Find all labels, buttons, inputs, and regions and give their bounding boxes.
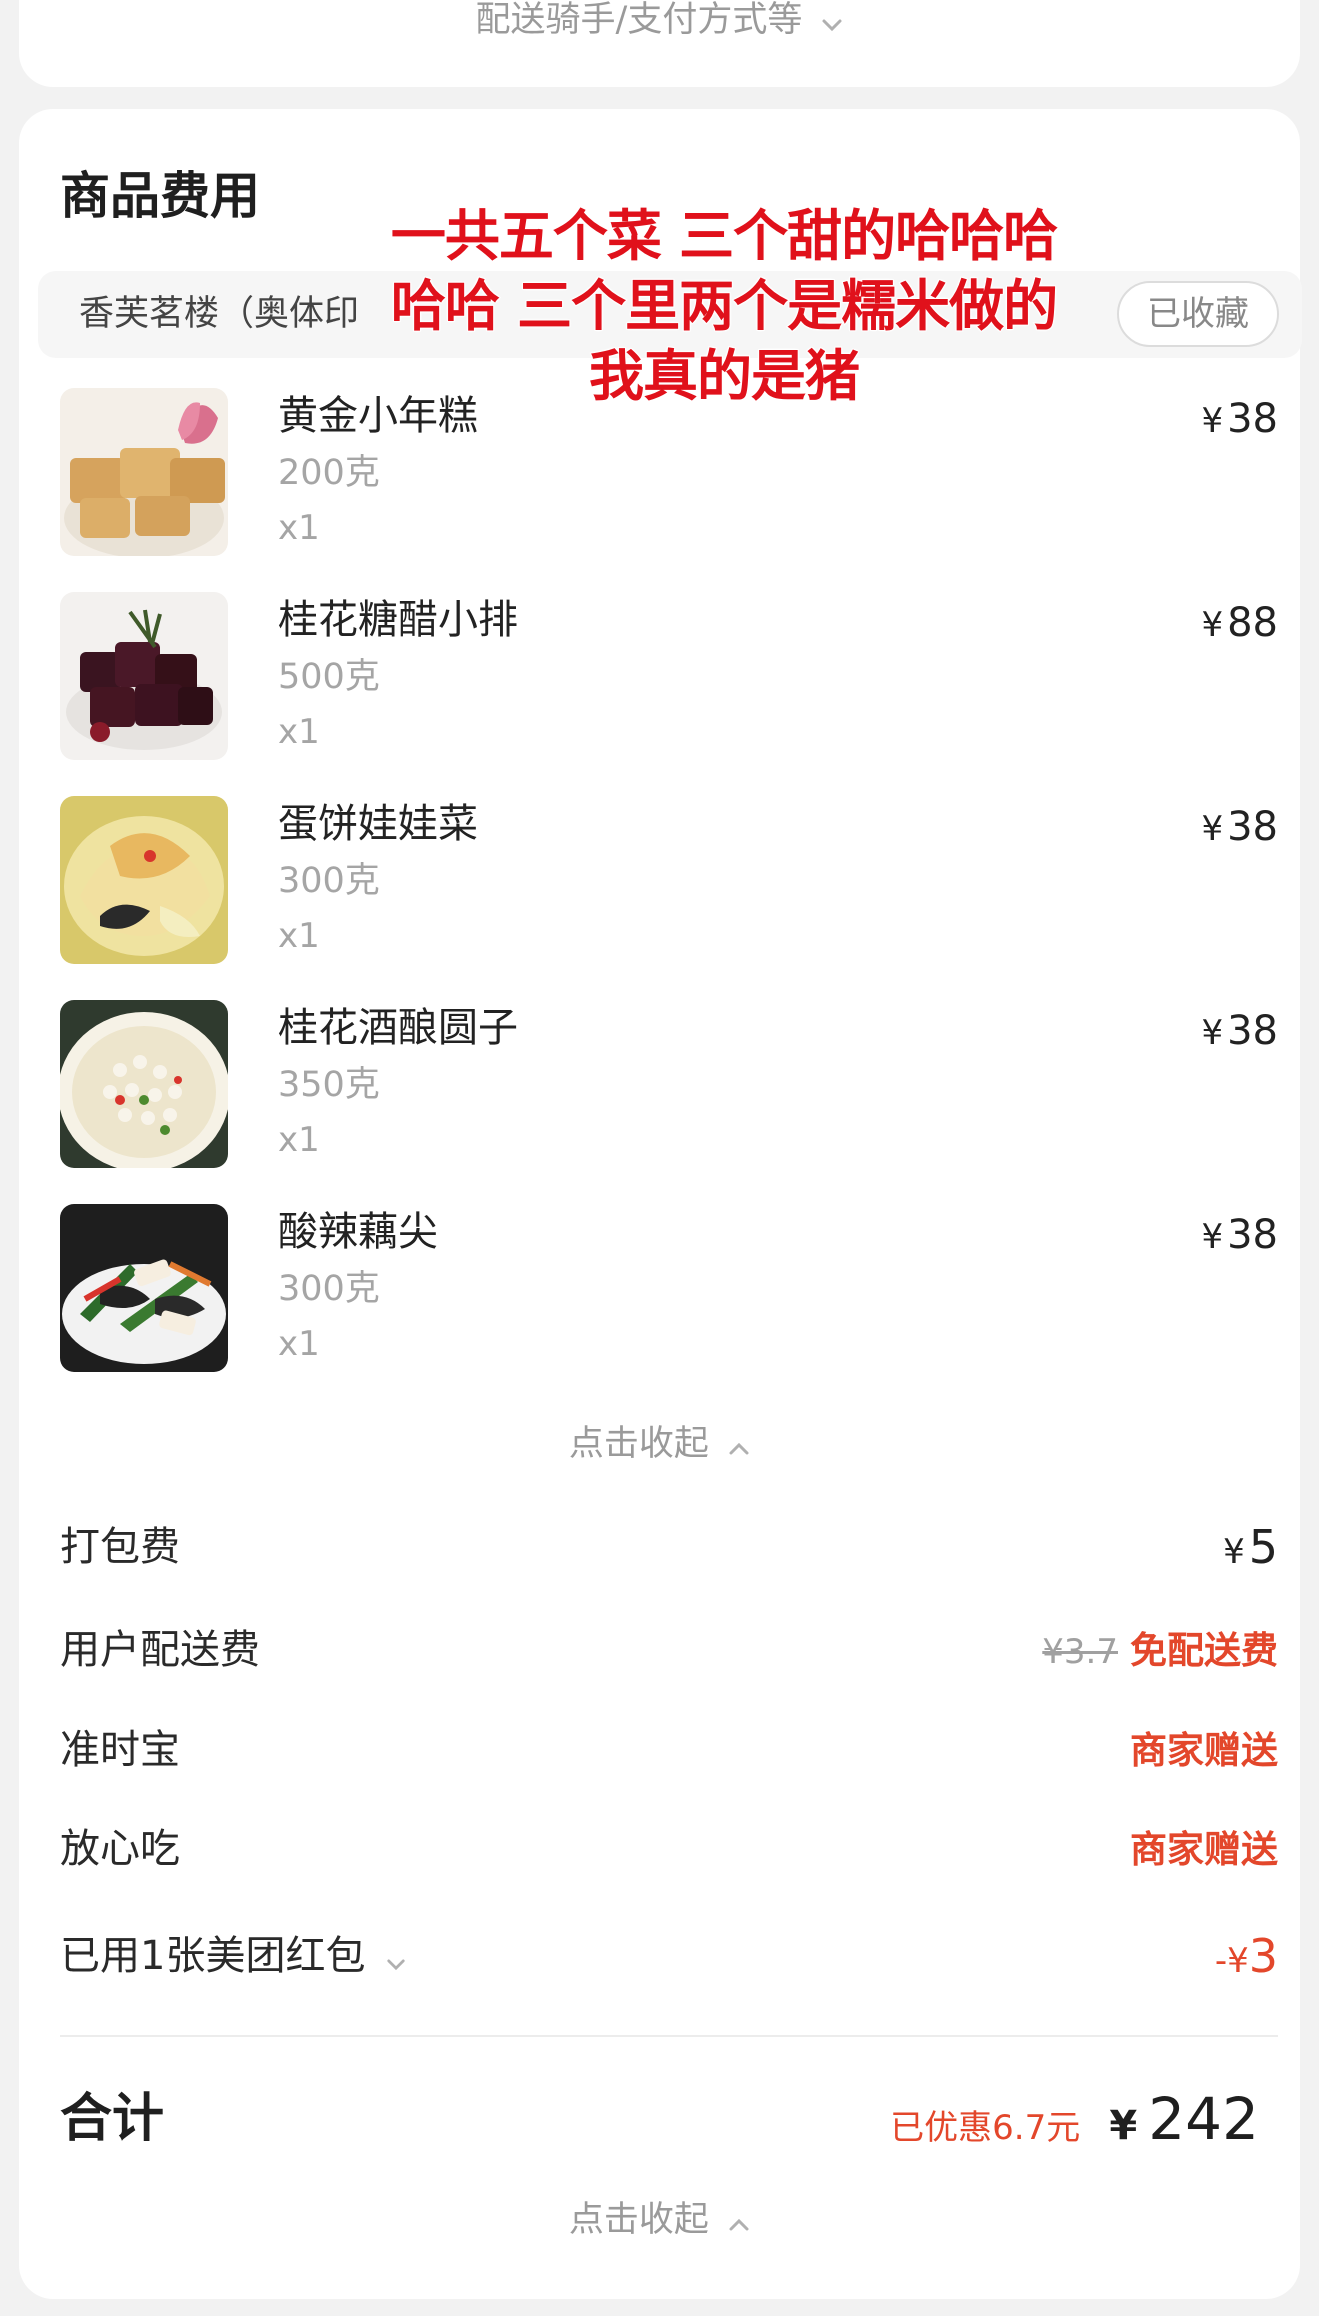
dish-price: ¥38 (1201, 1008, 1278, 1054)
safe-eat-value: 商家赠送 (1130, 1828, 1278, 1871)
annotation-overlay: 一共五个菜 三个甜的哈哈哈 哈哈 三个里两个是糯米做的 我真的是猪 (309, 201, 1139, 411)
collapse-label: 点击收起 (568, 2200, 709, 2240)
dish-image (60, 592, 228, 760)
ontime-value: 商家赠送 (1130, 1729, 1278, 1772)
dish-weight: 200克 (278, 453, 380, 493)
favorite-button[interactable]: 已收藏 (1117, 281, 1279, 347)
currency-symbol: ¥ (1109, 2103, 1138, 2149)
list-item[interactable]: 蛋饼娃娃菜 300克 x1 ¥38 (60, 796, 1278, 966)
annotation-line: 我真的是猪 (588, 343, 861, 409)
delivery-fee-row: 用户配送费 ¥3.7 免配送费 (60, 1620, 1278, 1680)
chevron-up-icon (728, 1423, 750, 1467)
dish-image (60, 1000, 228, 1168)
packing-fee-value: ¥5 (1223, 1520, 1278, 1574)
collapse-items-button[interactable]: 点击收起 (19, 1422, 1300, 1467)
packing-fee-label: 打包费 (60, 1524, 180, 1570)
safe-eat-label: 放心吃 (60, 1826, 180, 1872)
dish-price: ¥88 (1201, 600, 1278, 646)
product-cost-card: 商品费用 香芙茗楼（奥体印 已收藏 黄金小年糕 200克 x1 ¥38 桂花糖醋… (19, 109, 1302, 2299)
dish-name: 桂花糖醋小排 (278, 597, 518, 643)
total-label: 合计 (60, 2089, 165, 2149)
chevron-down-icon (821, 1, 843, 41)
dish-qty: x1 (278, 1324, 320, 1364)
rider-payment-toggle[interactable]: 配送骑手/支付方式等 (19, 0, 1300, 41)
dish-image (60, 796, 228, 964)
dish-price: ¥38 (1201, 1212, 1278, 1258)
safe-eat-row[interactable]: 放心吃 商家赠送 (60, 1819, 1278, 1879)
coupon-value: -¥3 (1214, 1929, 1278, 1983)
annotation-line: 一共五个菜 三个甜的哈哈哈 (390, 203, 1059, 269)
ontime-row[interactable]: 准时宝 商家赠送 (60, 1720, 1278, 1780)
delivery-fee-value: ¥3.7 免配送费 (1042, 1629, 1278, 1672)
dish-name: 酸辣藕尖 (278, 1209, 438, 1255)
section-title: 商品费用 (60, 167, 260, 225)
delivery-fee-label: 用户配送费 (60, 1627, 260, 1673)
dish-image (60, 388, 228, 556)
packing-fee-row: 打包费 ¥5 (60, 1517, 1278, 1577)
dish-price: ¥38 (1201, 396, 1278, 442)
list-item[interactable]: 酸辣藕尖 300克 x1 ¥38 (60, 1204, 1278, 1374)
dish-price: ¥38 (1201, 804, 1278, 850)
coupon-row[interactable]: 已用1张美团红包 -¥3 (60, 1926, 1278, 1986)
total-amount-group: 已优惠6.7元 ¥ 242 (890, 2079, 1259, 2159)
dish-weight: 500克 (278, 657, 380, 697)
saved-amount: 已优惠6.7元 (890, 2108, 1081, 2148)
dish-weight: 300克 (278, 861, 380, 901)
delivery-info-card: 配送骑手/支付方式等 (19, 0, 1300, 87)
rider-payment-label: 配送骑手/支付方式等 (475, 0, 803, 40)
dish-qty: x1 (278, 508, 320, 548)
dish-weight: 350克 (278, 1065, 380, 1105)
dish-qty: x1 (278, 916, 320, 956)
annotation-line: 哈哈 三个里两个是糯米做的 (390, 273, 1059, 339)
list-item[interactable]: 桂花酒酿圆子 350克 x1 ¥38 (60, 1000, 1278, 1170)
dish-image (60, 1204, 228, 1372)
collapse-fees-button[interactable]: 点击收起 (19, 2198, 1300, 2243)
dish-weight: 300克 (278, 1269, 380, 1309)
ontime-label: 准时宝 (60, 1727, 180, 1773)
total-amount: 242 (1148, 2085, 1259, 2153)
coupon-label: 已用1张美团红包 (60, 1926, 406, 1988)
dish-name: 蛋饼娃娃菜 (278, 801, 478, 847)
original-delivery-fee: ¥3.7 (1042, 1632, 1118, 1672)
dish-qty: x1 (278, 712, 320, 752)
chevron-down-icon (386, 1928, 406, 1988)
chevron-up-icon (728, 2199, 750, 2243)
list-item[interactable]: 桂花糖醋小排 500克 x1 ¥88 (60, 592, 1278, 762)
collapse-label: 点击收起 (568, 1424, 709, 1464)
divider (60, 2035, 1278, 2037)
list-item[interactable]: 黄金小年糕 200克 x1 ¥38 (60, 388, 1278, 558)
dish-name: 桂花酒酿圆子 (278, 1005, 518, 1051)
dish-qty: x1 (278, 1120, 320, 1160)
